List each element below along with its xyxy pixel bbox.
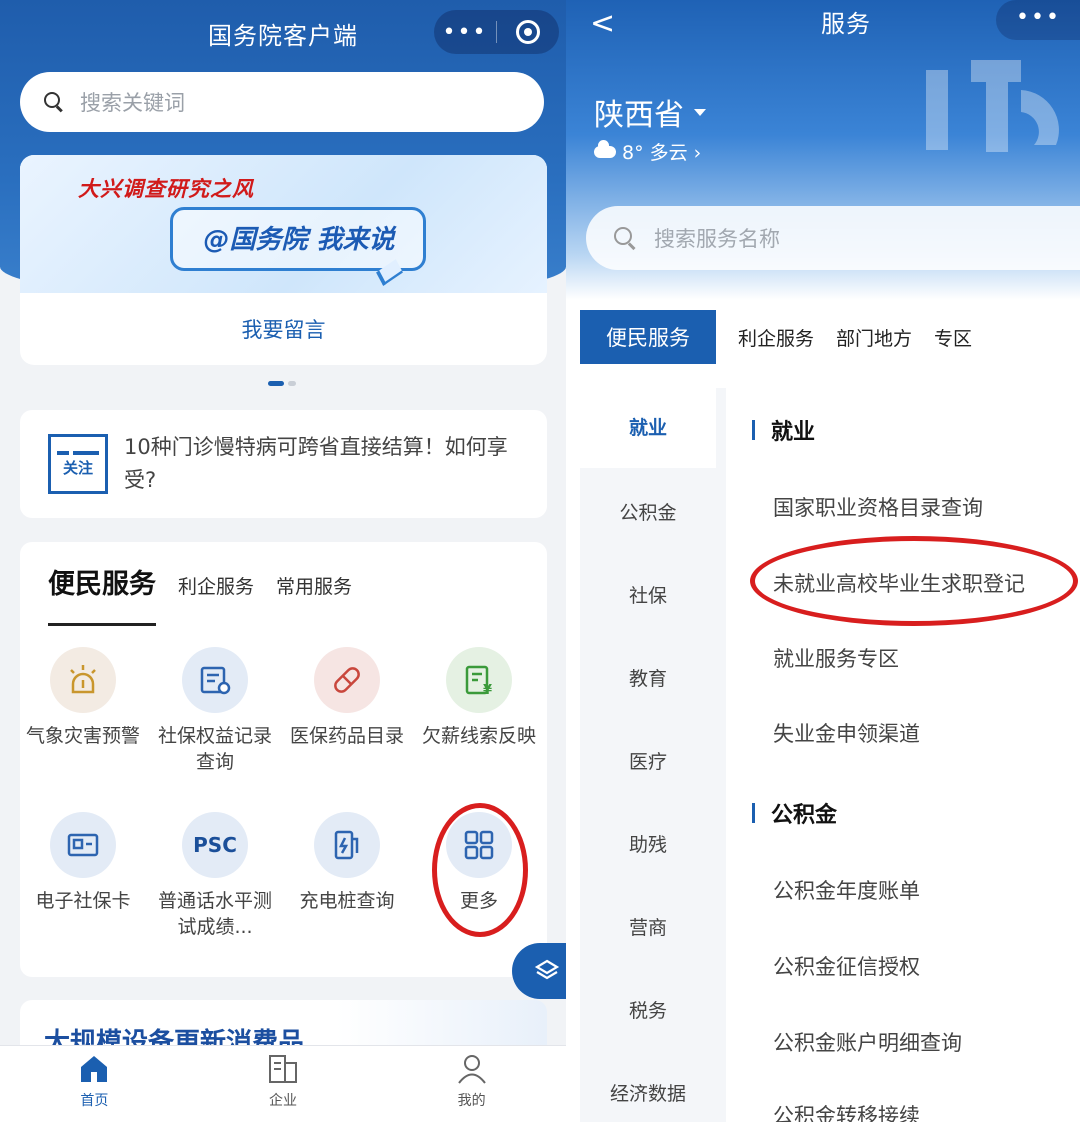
more-options-icon[interactable]: ••• (434, 20, 496, 45)
psc-icon: PSC (182, 812, 248, 878)
service-link[interactable]: 国家职业资格目录查询 (773, 492, 983, 522)
banner-image: 大兴调查研究之风 @国务院 我来说 (20, 155, 547, 293)
banner-kicker: 大兴调查研究之风 (78, 177, 254, 201)
tab-business-services[interactable]: 利企服务 (178, 572, 254, 599)
highlight-circle-graduate-registration (750, 536, 1078, 626)
tab-convenience-services[interactable]: 便民服务 (48, 562, 156, 626)
tab-departments[interactable]: 部门地方 (836, 324, 912, 351)
service-link[interactable]: 失业金申领渠道 (773, 718, 920, 748)
service-category-tabs: 便民服务 利企服务 部门地方 专区 (580, 310, 972, 364)
social-security-record-icon (182, 647, 248, 713)
banner-card[interactable]: 大兴调查研究之风 @国务院 我来说 我要留言 (20, 155, 547, 365)
more-options-icon[interactable]: ••• (996, 0, 1080, 40)
service-link[interactable]: 公积金年度账单 (773, 875, 920, 905)
service-link[interactable]: 公积金转移接续 (773, 1100, 920, 1122)
charging-pile-icon (314, 812, 380, 878)
home-screen: 国务院客户端 ••• 搜索关键词 大兴调查研究之风 @国务院 我来说 我要留言 … (0, 0, 566, 1122)
banner-slogan: @国务院 我来说 (203, 225, 395, 255)
service-e-social-card[interactable]: 电子社保卡 (18, 812, 148, 914)
tab-business-services[interactable]: 利企服务 (738, 324, 814, 351)
province-selector[interactable]: 陕西省 (594, 90, 706, 134)
attention-badge: 关注 (48, 434, 108, 494)
tab-special-zone[interactable]: 专区 (934, 324, 972, 351)
layers-float-button[interactable] (512, 943, 566, 999)
category-employment[interactable]: 就业 (580, 388, 716, 468)
service-psc-score[interactable]: PSC 普通话水平测试成绩... (150, 812, 280, 940)
tab-convenience-services[interactable]: 便民服务 (580, 310, 716, 364)
category-education[interactable]: 教育 (580, 664, 716, 691)
highlight-circle-more (432, 803, 528, 937)
leave-message-button[interactable]: 我要留言 (20, 293, 547, 365)
weather-info[interactable]: 8° 多云 › (594, 138, 701, 165)
service-search-bar[interactable]: 搜索服务名称 (586, 206, 1080, 270)
search-bar[interactable]: 搜索关键词 (20, 72, 544, 132)
category-tax[interactable]: 税务 (580, 996, 716, 1023)
building-icon (269, 1055, 297, 1083)
search-icon (614, 227, 636, 249)
carousel-indicator (268, 381, 296, 386)
tab-common-services[interactable]: 常用服务 (276, 572, 352, 599)
notice-text: 10种门诊慢特病可跨省直接结算！如何享受? (124, 435, 508, 492)
service-medical-drug-list[interactable]: 医保药品目录 (282, 647, 412, 749)
search-placeholder: 搜索关键词 (80, 91, 185, 115)
tab-home[interactable]: 首页 (0, 1046, 189, 1122)
tab-mine[interactable]: 我的 (377, 1046, 566, 1122)
close-target-icon[interactable] (497, 20, 559, 44)
category-sidebar: 就业 公积金 社保 教育 医疗 助残 营商 税务 经济数据 (580, 388, 726, 1122)
logo-watermark-icon (926, 60, 1059, 152)
service-tabs: 便民服务 利企服务 常用服务 (48, 562, 352, 626)
service-wage-report[interactable]: ¥ 欠薪线索反映 (414, 647, 544, 749)
service-link[interactable]: 公积金账户明细查询 (773, 1027, 962, 1057)
category-medical[interactable]: 医疗 (580, 747, 716, 774)
weather-alert-icon (50, 647, 116, 713)
service-link[interactable]: 就业服务专区 (773, 643, 899, 673)
section-title-housing-fund: 公积金 (752, 797, 837, 829)
pill-icon (314, 647, 380, 713)
service-charging-pile[interactable]: 充电桩查询 (282, 812, 412, 914)
services-screen: < 服务 ••• 陕西省 8° 多云 › 搜索服务名称 便民服务 利企服务 部门… (566, 0, 1080, 1122)
svg-text:¥: ¥ (483, 683, 492, 698)
category-business[interactable]: 营商 (580, 913, 716, 940)
user-icon (457, 1055, 486, 1084)
category-economic-data[interactable]: 经济数据 (580, 1079, 716, 1106)
category-disability[interactable]: 助残 (580, 830, 716, 857)
caret-down-icon (694, 108, 706, 116)
layers-icon (534, 959, 560, 980)
service-link[interactable]: 公积金征信授权 (773, 951, 920, 981)
notice-card[interactable]: 关注 10种门诊慢特病可跨省直接结算！如何享受? (20, 410, 547, 518)
service-weather-alert[interactable]: 气象灾害预警 (18, 647, 148, 749)
service-social-security-record[interactable]: 社保权益记录查询 (150, 647, 280, 775)
search-placeholder: 搜索服务名称 (654, 227, 780, 251)
wage-report-icon: ¥ (446, 647, 512, 713)
category-social-security[interactable]: 社保 (580, 581, 716, 608)
home-icon (81, 1056, 108, 1082)
id-card-icon (50, 812, 116, 878)
tab-enterprise[interactable]: 企业 (189, 1046, 378, 1122)
bottom-tab-bar: 首页 企业 我的 (0, 1045, 566, 1122)
mini-program-capsule: ••• (434, 10, 559, 54)
search-icon (44, 92, 64, 112)
cloud-icon (594, 139, 616, 158)
section-title-employment: 就业 (752, 414, 815, 446)
category-housing-fund[interactable]: 公积金 (580, 498, 716, 525)
